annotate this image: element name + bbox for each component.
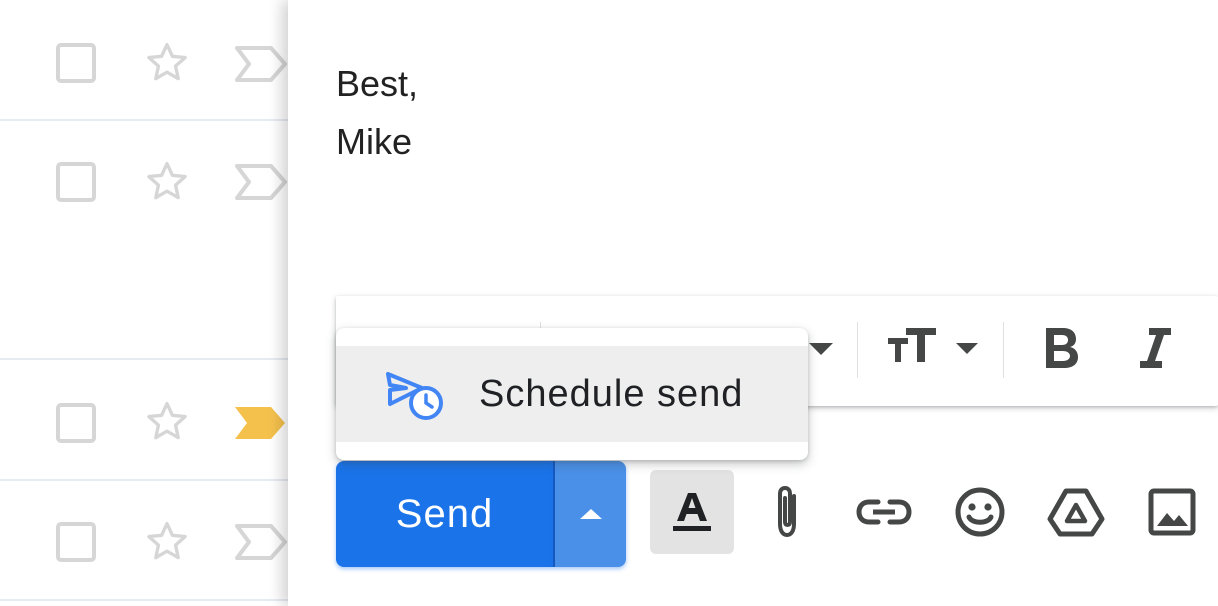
insert-photo-button[interactable] [1130, 470, 1214, 554]
importance-marker-outline-icon[interactable] [233, 162, 293, 202]
emoji-icon [955, 487, 1005, 537]
checkbox-icon[interactable] [56, 403, 96, 443]
checkbox-icon[interactable] [56, 522, 96, 562]
row-divider [0, 119, 300, 121]
send-button-group: Send [336, 461, 626, 567]
caret-up-icon [579, 509, 602, 519]
inbox-list [0, 0, 300, 606]
row-divider [0, 599, 300, 601]
row-divider [0, 358, 300, 360]
insert-drive-button[interactable] [1034, 470, 1118, 554]
checkbox-icon[interactable] [56, 43, 96, 83]
link-icon [856, 499, 912, 525]
drive-icon [1047, 488, 1105, 537]
chevron-down-icon[interactable] [806, 316, 836, 380]
attach-button[interactable] [745, 470, 829, 554]
send-button[interactable]: Send [336, 461, 553, 567]
bold-icon[interactable] [1036, 316, 1086, 380]
signature-line[interactable]: Best, [336, 64, 418, 104]
text-color-icon [673, 493, 711, 531]
importance-marker-filled-icon[interactable] [233, 403, 293, 443]
italic-icon[interactable] [1131, 316, 1181, 380]
schedule-send-label: Schedule send [479, 373, 744, 415]
toolbar-divider [857, 322, 858, 378]
checkbox-icon[interactable] [56, 162, 96, 202]
star-outline-icon[interactable] [142, 397, 192, 447]
row-divider [0, 479, 300, 481]
photo-icon [1148, 488, 1196, 536]
signature-line[interactable]: Mike [336, 122, 412, 162]
send-options-button[interactable] [553, 461, 626, 567]
text-color-button[interactable] [650, 470, 734, 554]
schedule-send-icon [386, 372, 443, 420]
star-outline-icon[interactable] [142, 157, 192, 207]
importance-marker-outline-icon[interactable] [233, 522, 293, 562]
importance-marker-outline-icon[interactable] [233, 44, 293, 84]
attach-icon [778, 485, 796, 538]
star-outline-icon[interactable] [142, 517, 192, 567]
insert-emoji-button[interactable] [938, 470, 1022, 554]
schedule-send-menu-item[interactable]: Schedule send [336, 346, 808, 442]
text-size-icon[interactable] [884, 316, 984, 380]
insert-link-button[interactable] [842, 470, 926, 554]
send-options-menu: Schedule send [336, 328, 808, 460]
star-outline-icon[interactable] [142, 38, 192, 88]
toolbar-divider [1003, 322, 1004, 378]
